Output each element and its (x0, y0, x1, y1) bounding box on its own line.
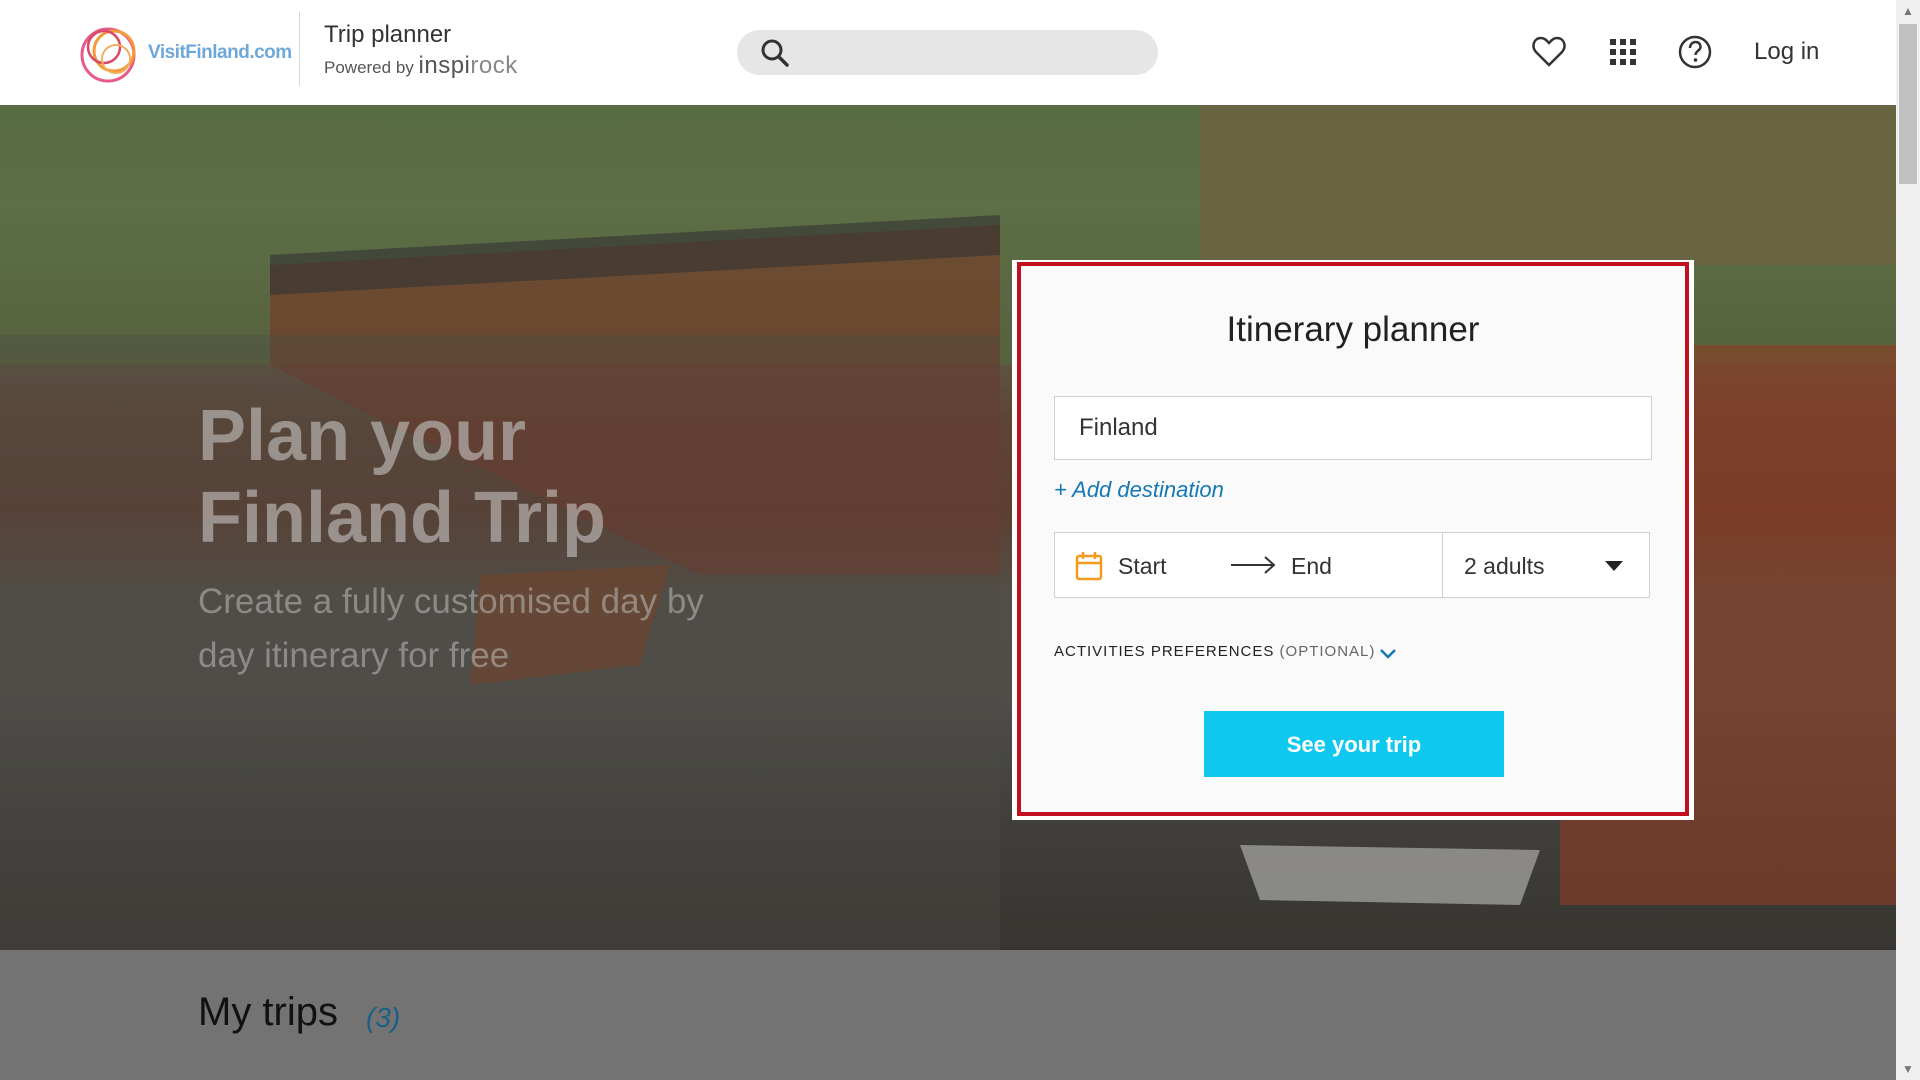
inspirock-part1: inspi (418, 52, 471, 79)
see-your-trip-button[interactable]: See your trip (1204, 711, 1504, 777)
logo-text: VisitFinland.com (148, 42, 292, 63)
scroll-up-arrow[interactable]: ▲ (1899, 2, 1917, 20)
search-icon (761, 39, 789, 67)
login-link[interactable]: Log in (1754, 38, 1819, 66)
scrollbar-thumb[interactable] (1899, 24, 1917, 184)
activities-preferences-toggle[interactable]: ACTIVITIES PREFERENCES (OPTIONAL) (1054, 643, 1375, 660)
help-icon[interactable] (1677, 34, 1713, 70)
start-date-field[interactable]: Start (1118, 553, 1167, 580)
my-trips-heading: My trips (198, 990, 338, 1034)
add-destination-link[interactable]: + Add destination (1054, 477, 1224, 503)
inspirock-part2: rock (470, 52, 518, 79)
planner-title: Itinerary planner (1226, 310, 1480, 349)
caret-down-icon (1605, 561, 1623, 571)
my-trips-count[interactable]: (3) (366, 1002, 400, 1034)
calendar-icon (1075, 552, 1103, 581)
heart-icon[interactable] (1531, 34, 1567, 70)
travelers-value: 2 adults (1464, 553, 1545, 579)
inspirock-logo[interactable]: inspirock (419, 52, 518, 79)
apps-grid-icon[interactable] (1605, 34, 1641, 70)
end-date-field[interactable]: End (1291, 553, 1332, 580)
powered-by-label: Powered by (324, 58, 414, 77)
hero-title: Plan your Finland Trip (198, 396, 606, 558)
activities-optional: (OPTIONAL) (1279, 643, 1376, 660)
chevron-down-icon[interactable] (1378, 643, 1398, 663)
hero-subtitle: Create a fully customised day by day iti… (198, 582, 704, 675)
date-range-picker[interactable]: Start End (1054, 532, 1443, 598)
destination-input[interactable]: Finland (1054, 396, 1652, 460)
activities-label: ACTIVITIES PREFERENCES (1054, 643, 1275, 660)
visitfinland-logo[interactable]: VisitFinland.com (74, 16, 304, 90)
scroll-down-arrow[interactable]: ▼ (1899, 1060, 1917, 1078)
travelers-select[interactable]: 2 adults (1442, 532, 1650, 598)
top-header: VisitFinland.com Trip planner Powered by… (0, 0, 1896, 105)
arrow-right-icon (1231, 556, 1276, 574)
powered-by: Powered by inspirock (324, 52, 518, 80)
logo-divider (299, 12, 300, 86)
search-input[interactable] (737, 30, 1158, 75)
visitfinland-logo-mark (80, 27, 136, 83)
trip-planner-title: Trip planner (324, 21, 452, 48)
